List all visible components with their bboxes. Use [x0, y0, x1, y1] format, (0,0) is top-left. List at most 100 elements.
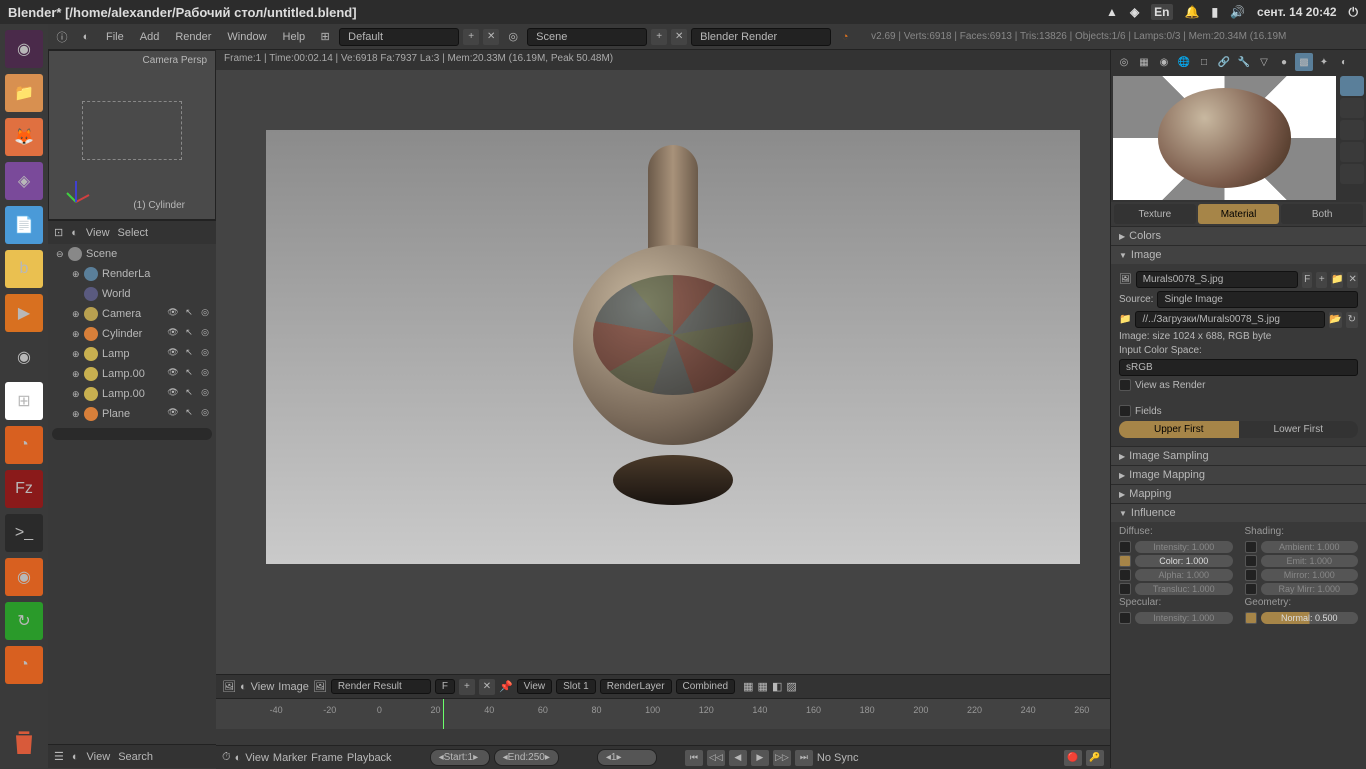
new-image-button[interactable]: + [1316, 272, 1327, 288]
select-toggle[interactable]: ↖ [182, 347, 196, 361]
alpha-slider[interactable]: Alpha: 1.000 [1135, 569, 1233, 581]
layout-dropdown[interactable]: Default [339, 28, 459, 46]
end-frame-field[interactable]: ◂ End: 250 ▸ [494, 749, 559, 766]
expand-icon[interactable]: ⊕ [72, 369, 84, 380]
view-menu[interactable]: View [245, 752, 269, 764]
menu-help[interactable]: Help [277, 31, 312, 43]
keyset-icon[interactable]: 🔑 [1086, 750, 1104, 766]
tab-texture[interactable]: Texture [1114, 204, 1196, 224]
preview-hair-button[interactable] [1340, 142, 1364, 162]
launcher-blender[interactable]: ◔ [5, 426, 43, 464]
editor-type-icon[interactable]: ⓘ [52, 27, 72, 47]
context-data-icon[interactable]: ▽ [1255, 53, 1273, 71]
launcher-filezilla[interactable]: Fz [5, 470, 43, 508]
volume-icon[interactable]: 🔊 [1230, 5, 1245, 19]
pass-dropdown[interactable]: Combined [676, 679, 736, 694]
outliner-item-lamp001[interactable]: ⊕ Lamp.00 👁↖◎ [48, 364, 216, 384]
render-engine-dropdown[interactable]: Blender Render [691, 28, 831, 46]
outliner-scene-row[interactable]: ⊖ Scene [48, 244, 216, 264]
timeline-ruler[interactable]: -40 -20 0 20 40 60 80 100 120 140 160 18… [216, 699, 1110, 729]
preview-cube-button[interactable] [1340, 98, 1364, 118]
channel-rgba-icon[interactable]: ▦ [743, 680, 753, 693]
wifi-icon[interactable]: ◈ [1130, 5, 1139, 19]
panel-colors[interactable]: ▶Colors [1111, 226, 1366, 245]
sync-dropdown[interactable]: No Sync [817, 752, 859, 764]
outliner-item-camera[interactable]: ⊕ Camera 👁↖◎ [48, 304, 216, 324]
remove-scene-button[interactable]: ✕ [671, 29, 687, 45]
clock[interactable]: сент. 14 20:42 [1257, 5, 1336, 19]
add-scene-button[interactable]: + [651, 29, 667, 45]
preview-sphere-button[interactable] [1340, 76, 1364, 96]
intensity-slider[interactable]: Intensity: 1.000 [1135, 541, 1233, 553]
keyframe-prev-button[interactable]: ◁◁ [707, 750, 725, 766]
select-toggle[interactable]: ↖ [182, 407, 196, 421]
color-checkbox[interactable] [1119, 555, 1131, 567]
view-menu[interactable]: View [86, 227, 110, 239]
autokey-button[interactable]: 🔴 [1064, 750, 1082, 766]
expand-icon[interactable]: ⊕ [72, 309, 84, 320]
open-image-button[interactable]: 📁 [1331, 272, 1343, 288]
add-layout-button[interactable]: + [463, 29, 479, 45]
search-menu[interactable]: Search [118, 751, 153, 763]
menu-add[interactable]: Add [134, 31, 166, 43]
context-physics-icon[interactable]: ◐ [1335, 53, 1353, 71]
panel-influence[interactable]: ▼Influence [1111, 503, 1366, 522]
renderlayer-dropdown[interactable]: RenderLayer [600, 679, 672, 694]
trash-icon[interactable] [8, 726, 40, 758]
image-name-field[interactable]: Render Result [331, 679, 431, 694]
ambient-checkbox[interactable] [1245, 541, 1257, 553]
render-toggle[interactable]: ◎ [198, 407, 212, 421]
context-texture-icon[interactable]: ▩ [1295, 53, 1313, 71]
battery-icon[interactable]: ▮ [1211, 5, 1218, 19]
launcher-app2[interactable]: 📄 [5, 206, 43, 244]
normal-checkbox[interactable] [1245, 612, 1257, 624]
emit-checkbox[interactable] [1245, 555, 1257, 567]
expand-icon[interactable]: ⊖ [56, 249, 68, 260]
expand-icon[interactable]: ⊕ [72, 409, 84, 420]
power-icon[interactable]: ⏻ [1349, 5, 1359, 20]
channel-z-icon[interactable]: ▨ [786, 680, 796, 693]
frame-menu[interactable]: Frame [311, 752, 343, 764]
launcher-app3[interactable]: b [5, 250, 43, 288]
select-toggle[interactable]: ↖ [182, 327, 196, 341]
context-particles-icon[interactable]: ✦ [1315, 53, 1333, 71]
spec-intensity-checkbox[interactable] [1119, 612, 1131, 624]
launcher-files[interactable]: 📁 [5, 74, 43, 112]
normal-slider[interactable]: Normal: 0.500 [1261, 612, 1359, 624]
editor-type-icon[interactable]: ☰ [54, 750, 64, 763]
visibility-toggle[interactable]: 👁 [166, 367, 180, 381]
menu-collapse-icon[interactable]: ◐ [76, 27, 96, 47]
screen-layout-icon[interactable]: ⊞ [315, 27, 335, 47]
render-toggle[interactable]: ◎ [198, 387, 212, 401]
tab-material[interactable]: Material [1198, 204, 1280, 224]
camera-preview[interactable]: Camera Persp (1) Cylinder [48, 50, 216, 220]
launcher-terminal[interactable]: >_ [5, 514, 43, 552]
context-renderlayers-icon[interactable]: ▦ [1135, 53, 1153, 71]
render-viewport[interactable] [216, 50, 1110, 674]
panel-image[interactable]: ▼Image [1111, 245, 1366, 264]
context-world-icon[interactable]: 🌐 [1175, 53, 1193, 71]
ambient-slider[interactable]: Ambient: 1.000 [1261, 541, 1359, 553]
preview-render[interactable] [1113, 76, 1336, 200]
source-dropdown[interactable]: Single Image [1157, 291, 1358, 308]
context-render-icon[interactable]: ◎ [1115, 53, 1133, 71]
visibility-toggle[interactable]: 👁 [166, 347, 180, 361]
slot-dropdown[interactable]: Slot 1 [556, 679, 596, 694]
playback-menu[interactable]: Playback [347, 752, 392, 764]
scene-icon[interactable]: ◎ [503, 27, 523, 47]
add-button[interactable]: + [459, 679, 475, 695]
launcher-app6[interactable]: ↻ [5, 602, 43, 640]
mirror-slider[interactable]: Mirror: 1.000 [1261, 569, 1359, 581]
context-constraints-icon[interactable]: 🔗 [1215, 53, 1233, 71]
render-toggle[interactable]: ◎ [198, 307, 212, 321]
image-path-input[interactable] [1135, 311, 1325, 328]
menu-collapse-icon[interactable]: ◐ [71, 227, 78, 239]
context-object-icon[interactable]: □ [1195, 53, 1213, 71]
view-menu[interactable]: View [87, 751, 111, 763]
render-toggle[interactable]: ◎ [198, 347, 212, 361]
scroll-track[interactable] [52, 428, 212, 440]
raymirr-checkbox[interactable] [1245, 583, 1257, 595]
view-dropdown[interactable]: View [517, 679, 553, 694]
raymirr-slider[interactable]: Ray Mirr: 1.000 [1261, 583, 1359, 595]
remove-layout-button[interactable]: ✕ [483, 29, 499, 45]
